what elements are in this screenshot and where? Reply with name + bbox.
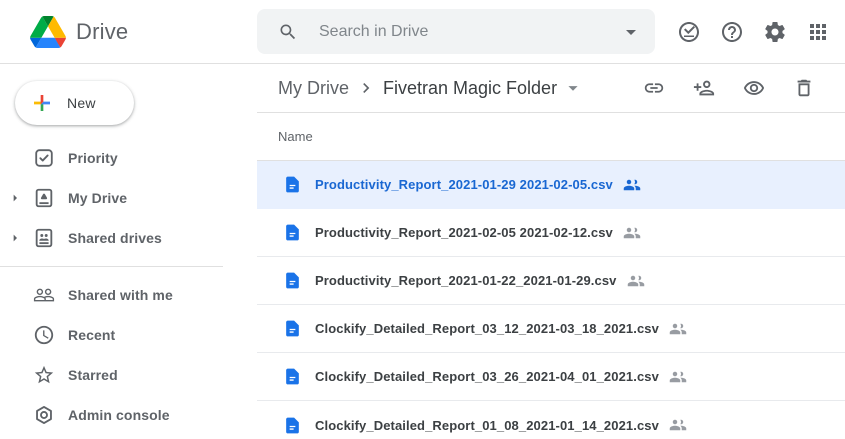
file-name: Productivity_Report_2021-02-05 2021-02-1… bbox=[315, 225, 613, 240]
expand-arrow-icon[interactable] bbox=[0, 190, 30, 206]
google-apps-icon[interactable] bbox=[806, 20, 830, 44]
shared-people-icon bbox=[669, 320, 687, 338]
shareddrives-icon bbox=[33, 227, 55, 249]
shared-people-icon bbox=[623, 176, 641, 194]
expand-arrow-icon bbox=[0, 287, 30, 303]
csv-file-icon bbox=[283, 367, 302, 386]
sidebar-item-label: Recent bbox=[68, 327, 115, 343]
csv-file-icon bbox=[283, 271, 302, 290]
mydrive-icon bbox=[33, 187, 55, 209]
recent-icon bbox=[33, 324, 55, 346]
csv-file-icon bbox=[283, 223, 302, 242]
get-link-icon[interactable] bbox=[643, 77, 665, 99]
breadcrumb-current-folder[interactable]: Fivetran Magic Folder bbox=[383, 78, 557, 99]
offline-status-icon[interactable] bbox=[677, 20, 701, 44]
sidebar-item-label: Shared with me bbox=[68, 287, 173, 303]
expand-arrow-icon bbox=[0, 407, 30, 423]
starred-icon bbox=[33, 364, 55, 386]
search-icon bbox=[278, 22, 298, 42]
shared-people-icon bbox=[623, 224, 641, 242]
help-icon[interactable] bbox=[720, 20, 744, 44]
file-name: Clockify_Detailed_Report_03_26_2021-04_0… bbox=[315, 369, 659, 384]
new-button[interactable]: New bbox=[15, 81, 134, 125]
sidebar-item-admin-console[interactable]: Admin console bbox=[0, 395, 257, 435]
shared-people-icon bbox=[669, 416, 687, 434]
expand-arrow-icon bbox=[0, 327, 30, 343]
preview-icon[interactable] bbox=[743, 77, 765, 99]
brand-name: Drive bbox=[76, 19, 128, 45]
sidebar-item-label: My Drive bbox=[68, 190, 127, 206]
search-input[interactable]: Search in Drive bbox=[319, 23, 619, 41]
settings-icon[interactable] bbox=[763, 20, 787, 44]
file-name: Clockify_Detailed_Report_03_12_2021-03_1… bbox=[315, 321, 659, 336]
csv-file-icon bbox=[283, 319, 302, 338]
file-list: Productivity_Report_2021-01-29 2021-02-0… bbox=[257, 161, 845, 439]
sidebar-item-shared-drives[interactable]: Shared drives bbox=[0, 218, 257, 258]
shared-people-icon bbox=[669, 368, 687, 386]
sidebar-item-recent[interactable]: Recent bbox=[0, 315, 257, 355]
list-header: Name bbox=[257, 113, 845, 161]
file-browser: My Drive Fivetran Magic Folder bbox=[257, 64, 845, 439]
file-name: Clockify_Detailed_Report_01_08_2021-01_1… bbox=[315, 418, 659, 433]
breadcrumb: My Drive Fivetran Magic Folder bbox=[278, 77, 584, 99]
file-row[interactable]: Clockify_Detailed_Report_03_26_2021-04_0… bbox=[257, 353, 845, 401]
add-people-icon[interactable] bbox=[693, 77, 715, 99]
drive-logo-icon bbox=[30, 16, 66, 48]
google-drive-app: Drive Search in Drive bbox=[0, 0, 845, 439]
sidebar-item-my-drive[interactable]: My Drive bbox=[0, 178, 257, 218]
name-column-header[interactable]: Name bbox=[278, 129, 313, 144]
file-name: Productivity_Report_2021-01-29 2021-02-0… bbox=[315, 177, 613, 192]
sidebar-item-label: Starred bbox=[68, 367, 118, 383]
sidebar-item-shared-with-me[interactable]: Shared with me bbox=[0, 275, 257, 315]
sidebar-item-label: Priority bbox=[68, 150, 118, 166]
sidebar-item-starred[interactable]: Starred bbox=[0, 355, 257, 395]
new-button-label: New bbox=[67, 95, 96, 111]
toolbar-actions bbox=[643, 77, 845, 99]
sidebar-divider bbox=[0, 266, 223, 267]
sidebar-item-priority[interactable]: Priority bbox=[0, 138, 257, 178]
shared-people-icon bbox=[627, 272, 645, 290]
topbar: Drive Search in Drive bbox=[0, 0, 845, 64]
csv-file-icon bbox=[283, 175, 302, 194]
file-name: Productivity_Report_2021-01-22_2021-01-2… bbox=[315, 273, 617, 288]
breadcrumb-my-drive[interactable]: My Drive bbox=[278, 78, 349, 99]
drive-home-link[interactable]: Drive bbox=[0, 16, 257, 48]
priority-icon bbox=[33, 147, 55, 169]
topbar-actions bbox=[677, 20, 845, 44]
expand-arrow-icon bbox=[0, 367, 30, 383]
multicolor-plus-icon bbox=[30, 91, 54, 115]
expand-arrow-icon bbox=[0, 150, 30, 166]
sidebar-item-label: Admin console bbox=[68, 407, 170, 423]
folder-menu-caret-icon[interactable] bbox=[562, 77, 584, 99]
file-row[interactable]: Productivity_Report_2021-01-22_2021-01-2… bbox=[257, 257, 845, 305]
file-row[interactable]: Clockify_Detailed_Report_03_12_2021-03_1… bbox=[257, 305, 845, 353]
file-row[interactable]: Productivity_Report_2021-02-05 2021-02-1… bbox=[257, 209, 845, 257]
folder-toolbar: My Drive Fivetran Magic Folder bbox=[257, 64, 845, 113]
file-row[interactable]: Clockify_Detailed_Report_01_08_2021-01_1… bbox=[257, 401, 845, 439]
sidebar-nav: Priority My Drive Shared drives Shared w… bbox=[0, 138, 257, 435]
chevron-right-icon bbox=[356, 78, 376, 98]
sidebar-item-label: Shared drives bbox=[68, 230, 162, 246]
admin-icon bbox=[33, 404, 55, 426]
file-row[interactable]: Productivity_Report_2021-01-29 2021-02-0… bbox=[257, 161, 845, 209]
csv-file-icon bbox=[283, 416, 302, 435]
sharedwithme-icon bbox=[33, 284, 55, 306]
search-options-caret-icon[interactable] bbox=[619, 20, 643, 44]
search-bar[interactable]: Search in Drive bbox=[257, 9, 655, 54]
sidebar: New Priority My Drive Shared drives bbox=[0, 64, 257, 439]
app-body: New Priority My Drive Shared drives bbox=[0, 64, 845, 439]
expand-arrow-icon[interactable] bbox=[0, 230, 30, 246]
trash-icon[interactable] bbox=[793, 77, 815, 99]
